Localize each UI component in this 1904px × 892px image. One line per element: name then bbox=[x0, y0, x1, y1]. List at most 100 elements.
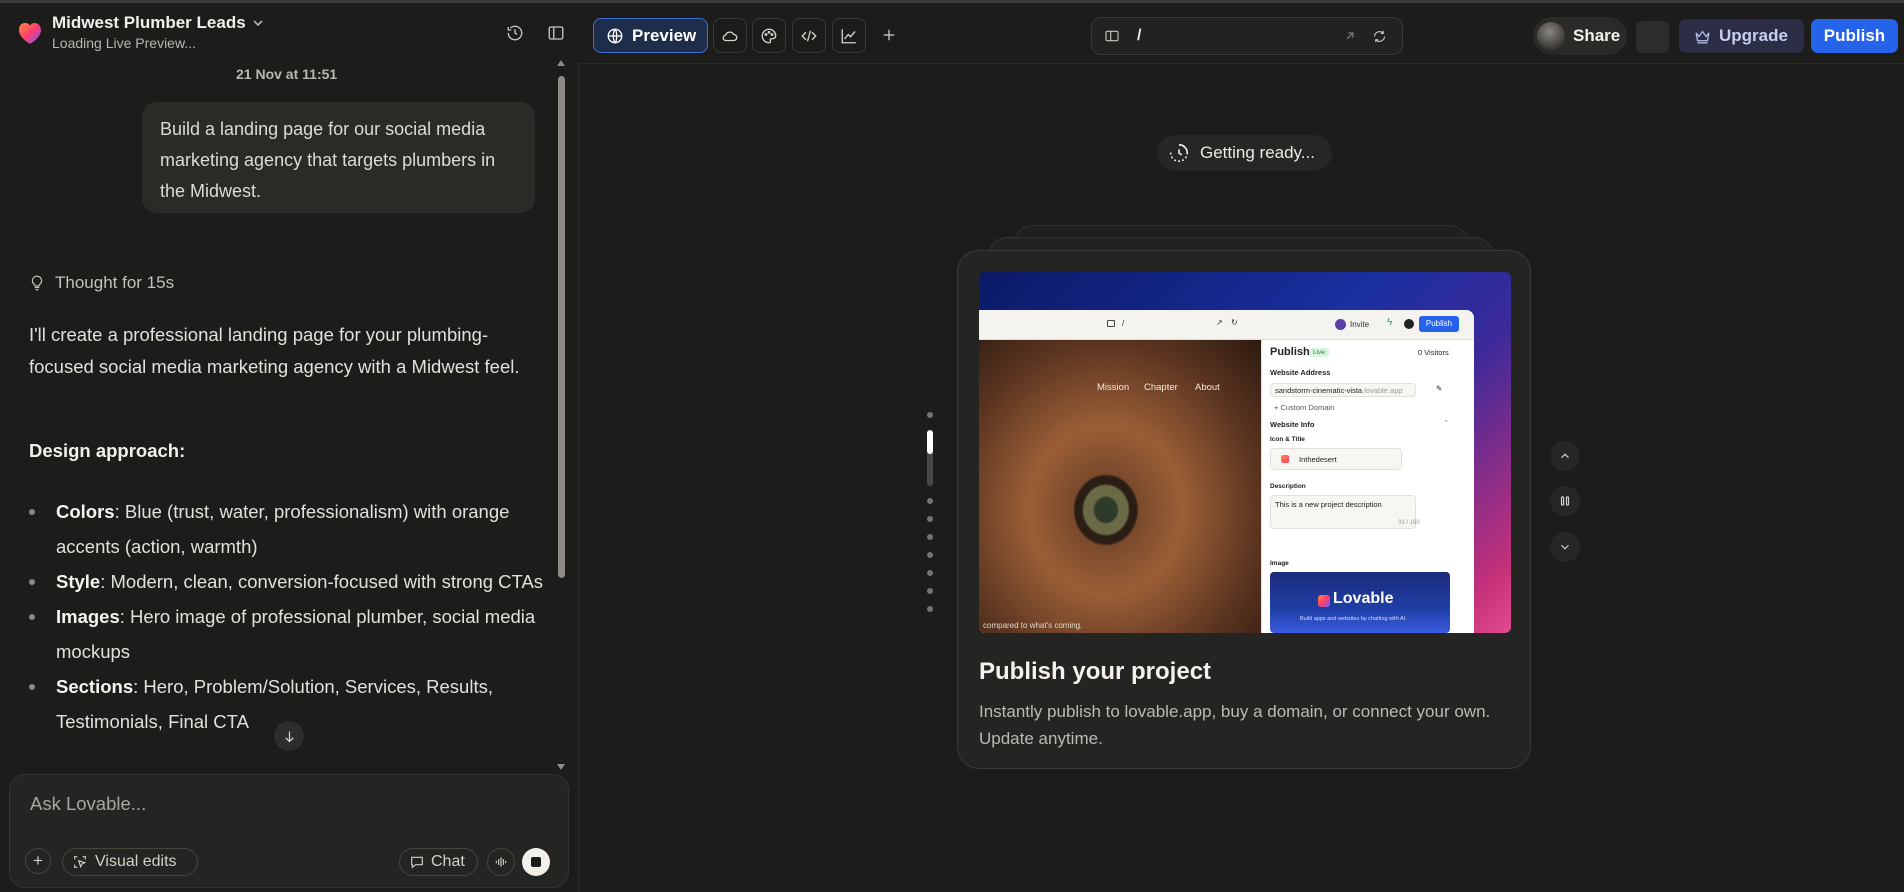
slide-dot[interactable] bbox=[927, 498, 933, 504]
share-button[interactable]: Share bbox=[1533, 17, 1627, 55]
slide-indicator bbox=[925, 412, 935, 612]
composer-input[interactable]: Ask Lovable... bbox=[30, 793, 146, 815]
preview-status-pill: Getting ready... bbox=[1157, 135, 1332, 171]
project-status: Loading Live Preview... bbox=[52, 35, 196, 51]
url-bar[interactable]: / bbox=[1091, 17, 1403, 55]
device-toggle-icon[interactable] bbox=[1104, 28, 1120, 44]
attach-button[interactable]: + bbox=[25, 848, 51, 874]
mock-og-image: Lovable Build apps and websites by chatt… bbox=[1270, 572, 1450, 633]
cloud-icon bbox=[722, 30, 738, 41]
mock-nav-item: About bbox=[1195, 382, 1220, 393]
mock-brand: Lovable bbox=[1333, 590, 1394, 607]
mock-char-count: 33 / 160 bbox=[1398, 520, 1420, 526]
previous-slide-button[interactable] bbox=[1550, 441, 1580, 471]
cursor-select-icon bbox=[74, 856, 87, 869]
list-item: Style: Modern, clean, conversion-focused… bbox=[29, 564, 549, 599]
mock-heart-icon bbox=[1318, 595, 1330, 607]
mock-github-icon bbox=[1404, 319, 1414, 329]
mock-custom-domain: + Custom Domain bbox=[1274, 403, 1335, 412]
cloud-button[interactable] bbox=[713, 18, 747, 53]
mock-collapse-icon: ˆ bbox=[1445, 419, 1448, 428]
slide-dot[interactable] bbox=[927, 534, 933, 540]
visual-edits-button[interactable]: Visual edits bbox=[62, 848, 198, 876]
slide-dot[interactable] bbox=[927, 516, 933, 522]
chat-panel: 21 Nov at 11:51 Build a landing page for… bbox=[0, 60, 578, 892]
upgrade-button[interactable]: Upgrade bbox=[1679, 19, 1804, 53]
chevron-down-icon bbox=[253, 20, 263, 27]
slide-dot[interactable] bbox=[927, 570, 933, 576]
thought-toggle[interactable]: Thought for 15s bbox=[28, 273, 174, 293]
waveform-icon bbox=[495, 857, 507, 867]
avatar bbox=[1537, 22, 1565, 50]
mock-app-window: / ↗ ↻ Invite ϟ Publish Mission Chapter A… bbox=[979, 310, 1474, 633]
user-message: Build a landing page for our social medi… bbox=[142, 102, 535, 213]
mock-domain-box: sandstorm-cinematic-vista.lovable.app bbox=[1270, 383, 1416, 397]
mock-publish-panel: Publish Live 0 Visitors Website Address … bbox=[1261, 340, 1474, 633]
mock-description-label: Description bbox=[1270, 483, 1306, 490]
voice-button[interactable] bbox=[487, 848, 515, 876]
code-button[interactable] bbox=[792, 18, 826, 53]
url-path[interactable]: / bbox=[1137, 27, 1141, 45]
mock-url: / bbox=[1122, 319, 1125, 328]
theme-button[interactable] bbox=[752, 18, 786, 53]
tip-card-image: / ↗ ↻ Invite ϟ Publish Mission Chapter A… bbox=[979, 272, 1511, 633]
palette-icon bbox=[761, 28, 777, 43]
card-title: Publish your project bbox=[979, 658, 1212, 685]
mock-nav-item: Mission bbox=[1097, 382, 1130, 393]
mock-site-name: Inthedesert bbox=[1299, 455, 1337, 464]
mock-site-icon bbox=[1281, 455, 1289, 463]
chat-bubble-icon bbox=[411, 856, 423, 869]
chat-mode-button[interactable]: Chat bbox=[399, 848, 478, 876]
pause-icon bbox=[1560, 496, 1570, 506]
publish-button[interactable]: Publish bbox=[1811, 19, 1898, 53]
list-item: Colors: Blue (trust, water, professional… bbox=[29, 494, 549, 564]
top-bar: Midwest Plumber Leads Loading Live Previ… bbox=[0, 3, 1904, 62]
analytics-button[interactable] bbox=[832, 18, 866, 53]
chat-mode-label: Chat bbox=[431, 853, 465, 870]
pause-button[interactable] bbox=[1550, 486, 1580, 516]
list-item: Images: Hero image of professional plumb… bbox=[29, 599, 549, 669]
mock-icon-title: Icon & Title bbox=[1270, 436, 1305, 443]
history-button[interactable] bbox=[500, 18, 530, 48]
slide-dot-active[interactable] bbox=[927, 430, 933, 486]
share-label: Share bbox=[1573, 26, 1621, 45]
lightbulb-icon bbox=[31, 275, 43, 291]
mock-refresh-icon: ↻ bbox=[1231, 318, 1238, 327]
chat-composer[interactable]: Ask Lovable... + Visual edits Chat bbox=[9, 774, 569, 888]
scroll-up-arrow[interactable] bbox=[557, 60, 565, 66]
mock-description-box: This is a new project description bbox=[1270, 495, 1416, 529]
chat-scrollbar[interactable] bbox=[558, 76, 565, 578]
mock-avatar bbox=[1335, 319, 1346, 330]
slide-dot[interactable] bbox=[927, 552, 933, 558]
bullet-text: : Hero image of professional plumber, so… bbox=[56, 606, 536, 662]
mock-publish: Publish bbox=[1419, 316, 1459, 332]
card-description: Instantly publish to lovable.app, buy a … bbox=[979, 702, 1491, 748]
project-title-dropdown[interactable]: Midwest Plumber Leads bbox=[52, 13, 264, 33]
arrow-down-icon bbox=[284, 731, 294, 742]
stop-generation-button[interactable] bbox=[522, 848, 550, 876]
message-date: 21 Nov at 11:51 bbox=[236, 66, 338, 82]
next-slide-button[interactable] bbox=[1550, 532, 1580, 562]
tip-card: / ↗ ↻ Invite ϟ Publish Mission Chapter A… bbox=[957, 250, 1531, 769]
chart-icon bbox=[841, 28, 856, 43]
scroll-to-bottom-button[interactable] bbox=[274, 721, 304, 751]
toggle-sidebar-button[interactable] bbox=[541, 18, 571, 48]
slide-dot[interactable] bbox=[927, 606, 933, 612]
scroll-down-arrow[interactable] bbox=[557, 764, 565, 770]
bullet-text: : Modern, clean, conversion-focused with… bbox=[100, 571, 544, 592]
extra-button[interactable] bbox=[1636, 21, 1669, 53]
mock-brand-tagline: Build apps and websites by chatting with… bbox=[1300, 616, 1406, 622]
slide-dot[interactable] bbox=[927, 412, 933, 418]
mock-live-badge: Live bbox=[1309, 348, 1329, 357]
add-view-button[interactable] bbox=[874, 20, 904, 50]
refresh-icon[interactable] bbox=[1372, 29, 1387, 44]
slide-dot[interactable] bbox=[927, 588, 933, 594]
mock-visitors: 0 Visitors bbox=[1418, 348, 1449, 357]
preview-button[interactable]: Preview bbox=[593, 18, 708, 53]
lovable-logo-icon[interactable] bbox=[18, 21, 42, 45]
mock-website-info: Website Info bbox=[1270, 420, 1315, 429]
mock-domain-suffix: .lovable.app bbox=[1362, 386, 1403, 395]
design-list: Colors: Blue (trust, water, professional… bbox=[29, 494, 549, 739]
open-external-icon[interactable] bbox=[1343, 29, 1357, 43]
mock-website-address: Website Address bbox=[1270, 368, 1331, 377]
